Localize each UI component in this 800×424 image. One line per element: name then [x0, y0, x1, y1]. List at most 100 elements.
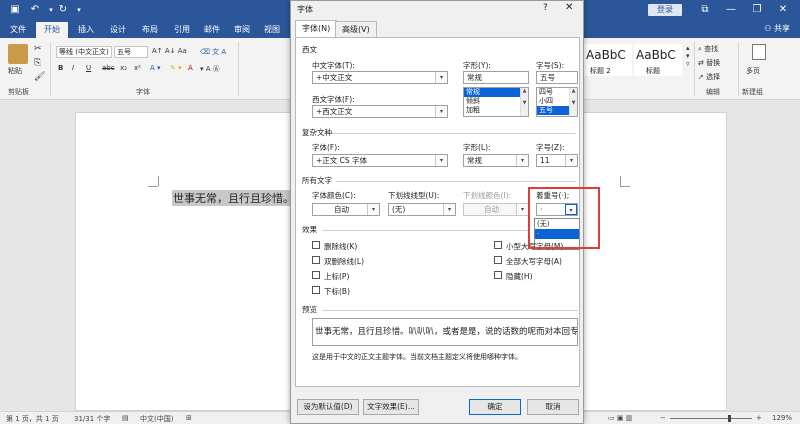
- zoom-slider[interactable]: [670, 418, 752, 419]
- close-icon[interactable]: ✕: [772, 2, 794, 18]
- tab-references[interactable]: 引用: [168, 22, 196, 38]
- style-tile[interactable]: AaBbC 标题: [634, 44, 682, 76]
- double-strikethrough-checkbox[interactable]: [312, 256, 320, 264]
- superscript-checkbox[interactable]: [312, 271, 320, 279]
- chevron-down-icon[interactable]: ▾: [516, 155, 528, 166]
- login-button[interactable]: 登录: [648, 4, 682, 16]
- scrollbar[interactable]: ▲ ▼: [569, 88, 577, 116]
- hidden-checkbox[interactable]: [494, 271, 502, 279]
- all-caps-checkbox[interactable]: [494, 256, 502, 264]
- redo-icon[interactable]: ↻: [56, 3, 70, 17]
- paste-label[interactable]: 粘贴: [8, 66, 22, 76]
- bold-button[interactable]: B: [58, 64, 63, 72]
- help-button[interactable]: ?: [543, 3, 548, 13]
- list-item[interactable]: 常规: [464, 88, 528, 97]
- proofing-icon[interactable]: ▤: [122, 414, 129, 422]
- multipage-icon[interactable]: [752, 44, 766, 60]
- tab-design[interactable]: 设计: [104, 22, 132, 38]
- superscript-button[interactable]: x²: [134, 64, 141, 72]
- western-font-label: 西文字体(F):: [312, 95, 355, 104]
- zoom-slider-thumb[interactable]: [728, 415, 731, 422]
- set-default-button[interactable]: 设为默认值(D): [297, 399, 359, 415]
- char-shading-icon[interactable]: ▾ A Ⓐ: [200, 64, 220, 74]
- find-button[interactable]: ⌕ 查找: [698, 44, 718, 54]
- zoom-in-icon[interactable]: +: [756, 414, 762, 422]
- restore-icon[interactable]: ❐: [746, 2, 768, 18]
- subscript-button[interactable]: x₂: [120, 64, 127, 72]
- underline-button[interactable]: U: [86, 64, 91, 72]
- chevron-down-icon[interactable]: ▾: [435, 106, 447, 117]
- subscript-label: 下标(B): [324, 287, 350, 296]
- section-divider: [322, 310, 578, 311]
- text-effects-icon[interactable]: A ▾: [150, 64, 161, 72]
- tab-advanced[interactable]: 高级(V): [335, 21, 377, 37]
- tab-review[interactable]: 审阅: [228, 22, 256, 38]
- subscript-checkbox[interactable]: [312, 286, 320, 294]
- font-style-list[interactable]: 常规 倾斜 加粗 ▲ ▼: [463, 87, 529, 117]
- zoom-out-icon[interactable]: −: [660, 414, 666, 422]
- ok-button[interactable]: 确定: [469, 399, 521, 415]
- tab-layout[interactable]: 布局: [136, 22, 164, 38]
- font-size-field[interactable]: 五号: [536, 71, 578, 84]
- style-tile[interactable]: AaBbC 标题 2: [584, 44, 632, 76]
- zoom-level[interactable]: 129%: [772, 414, 792, 422]
- western-font-field[interactable]: +西文正文 ▾: [312, 105, 448, 118]
- customize-icon[interactable]: ▾: [72, 3, 86, 17]
- accessibility-icon[interactable]: ⊞: [186, 414, 192, 422]
- chinese-font-field[interactable]: +中文正文 ▾: [312, 71, 448, 84]
- strikethrough-button[interactable]: abc: [102, 64, 115, 72]
- list-item[interactable]: 倾斜: [464, 97, 528, 106]
- chevron-down-icon[interactable]: ▾: [565, 155, 577, 166]
- share-button[interactable]: ⚇ 共享: [764, 23, 790, 34]
- copy-icon[interactable]: ⎘: [34, 58, 41, 68]
- text-effects-button[interactable]: 文字效果(E)...: [363, 399, 419, 415]
- minimize-icon[interactable]: —: [720, 2, 742, 18]
- dialog-close-button[interactable]: ✕: [565, 2, 573, 13]
- tab-font[interactable]: 字体(N): [295, 20, 338, 38]
- replace-button[interactable]: ⇄ 替换: [698, 58, 720, 68]
- select-button[interactable]: ➚ 选择: [698, 72, 720, 82]
- cut-icon[interactable]: ✂: [34, 44, 42, 54]
- tab-view[interactable]: 视图: [258, 22, 286, 38]
- undo-icon[interactable]: ↶: [28, 3, 42, 17]
- chevron-down-icon: ▾: [516, 204, 528, 215]
- language-indicator[interactable]: 中文(中国): [140, 414, 173, 424]
- small-caps-checkbox[interactable]: [494, 241, 502, 249]
- scrollbar[interactable]: ▲ ▼: [520, 88, 528, 116]
- underline-type-field[interactable]: (无) ▾: [388, 203, 456, 216]
- document-text[interactable]: 世事无常，且行且珍惜。: [172, 190, 295, 206]
- paste-icon[interactable]: [8, 44, 28, 64]
- multipage-label[interactable]: 多页: [746, 66, 760, 76]
- font-size-list[interactable]: 四号 小四 五号 ▲ ▼: [536, 87, 578, 117]
- word-count[interactable]: 31/31 个字: [74, 414, 110, 424]
- chevron-down-icon[interactable]: ▾: [435, 72, 447, 83]
- read-mode-icon[interactable]: ▭ ▣ ▥: [608, 414, 632, 422]
- font-style-field[interactable]: 常规: [463, 71, 529, 84]
- chevron-down-icon[interactable]: ▾: [443, 204, 455, 215]
- chevron-down-icon[interactable]: ▾: [435, 155, 447, 166]
- italic-button[interactable]: I: [72, 64, 74, 72]
- tab-insert[interactable]: 插入: [72, 22, 100, 38]
- highlight-icon[interactable]: ✎ ▾: [170, 64, 182, 72]
- font-color-button[interactable]: A: [188, 64, 193, 72]
- page-count[interactable]: 第 1 页，共 1 页: [6, 414, 59, 424]
- chevron-down-icon[interactable]: ▾: [367, 204, 379, 215]
- tab-file[interactable]: 文件: [4, 22, 32, 38]
- complex-style-field[interactable]: 常规 ▾: [463, 154, 529, 167]
- tab-home[interactable]: 开始: [36, 22, 68, 38]
- complex-size-field[interactable]: 11 ▾: [536, 154, 578, 167]
- save-icon[interactable]: ▣: [8, 3, 22, 17]
- complex-font-field[interactable]: +正文 CS 字体 ▾: [312, 154, 448, 167]
- styles-scroll-icon[interactable]: ▴ ▾ ▿: [686, 44, 690, 68]
- clear-format-icon[interactable]: ⌫ 文 A: [200, 47, 226, 57]
- font-name-box[interactable]: 等线 (中文正文): [56, 46, 112, 58]
- font-size-box[interactable]: 五号: [114, 46, 148, 58]
- format-painter-icon[interactable]: 🖌: [34, 72, 45, 82]
- ribbon-options-icon[interactable]: ⧉: [694, 2, 716, 18]
- font-color-picker[interactable]: 自动 ▾: [312, 203, 380, 216]
- grow-font-icon[interactable]: A↑ A↓ Aa: [152, 47, 187, 55]
- list-item[interactable]: 加粗: [464, 106, 528, 115]
- cancel-button[interactable]: 取消: [527, 399, 579, 415]
- tab-mailings[interactable]: 邮件: [198, 22, 226, 38]
- strikethrough-checkbox[interactable]: [312, 241, 320, 249]
